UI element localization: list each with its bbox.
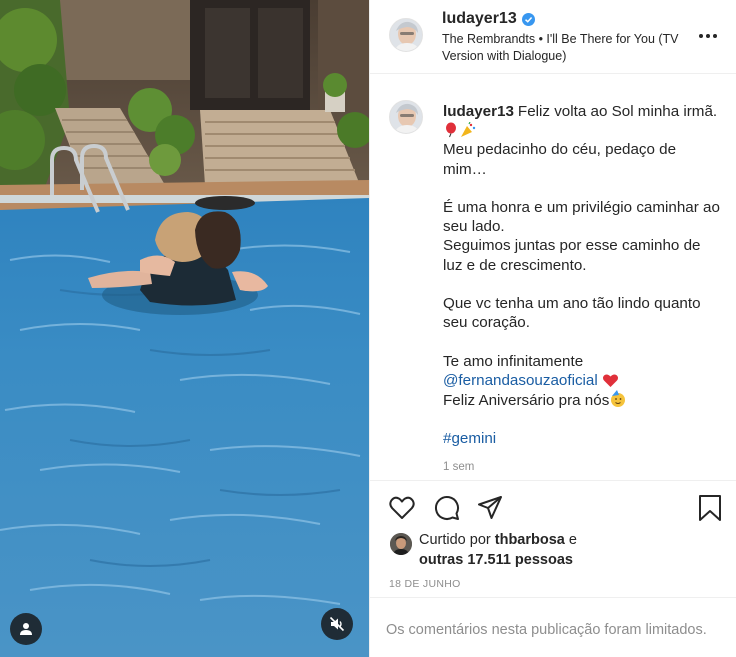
- audio-track-link[interactable]: The Rembrandts • I'll Be There for You (…: [442, 31, 707, 65]
- caption-area: ludayer13 Feliz volta ao Sol minha irmã. …: [370, 75, 736, 479]
- balloon-icon: [446, 122, 456, 138]
- more-options-button[interactable]: [696, 26, 720, 46]
- mention-link[interactable]: @fernandasouzaoficial: [443, 372, 598, 389]
- post-date[interactable]: 18 DE JUNHO: [389, 578, 461, 590]
- more-horizontal-icon: [699, 34, 703, 38]
- post-author: ludayer13: [442, 10, 535, 28]
- partying-face-icon: [611, 390, 626, 407]
- likes-count-link[interactable]: outras 17.511 pessoas: [419, 552, 573, 568]
- likes-prefix: Curtido por: [419, 532, 491, 548]
- post-caption: ludayer13 Feliz volta ao Sol minha irmã. …: [443, 102, 723, 449]
- avatar[interactable]: [389, 18, 423, 52]
- caption-line: Feliz volta ao Sol minha irmã.: [517, 103, 718, 120]
- liked-by: Curtido por thbarbosa e outras 17.511 pe…: [370, 530, 736, 570]
- profile-photo: [390, 101, 422, 133]
- caption-username[interactable]: ludayer13: [443, 103, 514, 120]
- caption-line: Te amo infinitamente: [443, 352, 584, 370]
- user-tag-button[interactable]: [10, 613, 42, 645]
- action-bar: [370, 480, 736, 532]
- caption-line: Meu pedacinho do céu, pedaço de mim…: [443, 141, 677, 178]
- send-icon: [478, 496, 502, 519]
- likes-conjunction: e: [568, 532, 577, 548]
- comment-icon: [435, 496, 459, 520]
- hashtag-link[interactable]: #gemini: [443, 430, 496, 447]
- like-button[interactable]: [388, 494, 416, 522]
- post-media[interactable]: [0, 0, 369, 657]
- speaker-muted-icon: [329, 616, 345, 632]
- pool-photo: [0, 0, 369, 657]
- profile-photo: [390, 19, 422, 51]
- caption-timestamp[interactable]: 1 sem: [443, 461, 474, 473]
- liker-photo: [390, 533, 412, 555]
- mute-button[interactable]: [321, 608, 353, 640]
- caption-line: É uma honra e um privilégio caminhar ao …: [443, 199, 720, 236]
- heart-icon: [389, 496, 415, 519]
- comments-limited-text: Os comentários nesta publicação foram li…: [386, 622, 707, 638]
- bookmark-icon: [699, 495, 721, 521]
- avatar[interactable]: [390, 533, 412, 555]
- party-popper-icon: [461, 122, 476, 138]
- username-link[interactable]: ludayer13: [442, 10, 517, 28]
- comments-limited-notice: Os comentários nesta publicação foram li…: [370, 597, 736, 657]
- save-button[interactable]: [696, 494, 724, 522]
- post-panel: ludayer13 The Rembrandts • I'll Be There…: [369, 0, 736, 657]
- verified-badge-icon: [521, 12, 535, 26]
- avatar[interactable]: [389, 100, 423, 134]
- red-heart-icon: [602, 374, 618, 387]
- post-header: ludayer13 The Rembrandts • I'll Be There…: [370, 0, 736, 74]
- caption-line: Feliz Aniversário pra nós: [443, 392, 610, 409]
- user-tag-icon: [20, 623, 32, 635]
- caption-line: Seguimos juntas por esse caminho de luz …: [443, 237, 701, 274]
- likes-summary: Curtido por thbarbosa e outras 17.511 pe…: [419, 531, 719, 570]
- liker-username[interactable]: thbarbosa: [495, 532, 565, 548]
- comment-button[interactable]: [433, 494, 461, 522]
- share-button[interactable]: [476, 494, 504, 522]
- caption-line: Que vc tenha um ano tão lindo quanto seu…: [443, 295, 701, 332]
